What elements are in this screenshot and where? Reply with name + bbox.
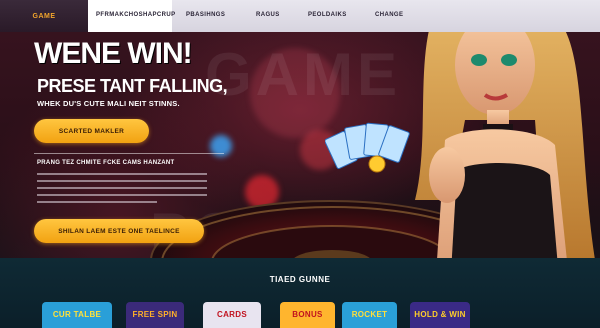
game-tile[interactable]: HOLD & WIN xyxy=(410,302,470,328)
info-heading: PRANG TEZ CHMITE FCKE CAMS HANZANT xyxy=(37,160,175,166)
nav-item[interactable]: CHANGE xyxy=(375,12,403,18)
game-tile-label: CUR TALBE xyxy=(52,310,102,319)
playing-cards-icon xyxy=(325,122,410,173)
game-tile[interactable]: ROCKET xyxy=(342,302,397,328)
game-tile[interactable]: FREE SPIN xyxy=(126,302,184,328)
info-text-line xyxy=(37,173,207,175)
casino-landing-page: GAME PCGAME xyxy=(0,0,600,328)
nav-item[interactable]: PFRMAKCHOSHAPCRUP xyxy=(96,12,175,18)
info-text-line xyxy=(37,201,157,203)
games-section-title: TIAED GUNNE xyxy=(269,275,331,284)
get-started-button[interactable]: SCARTED MAKLER xyxy=(34,119,149,143)
divider xyxy=(34,153,224,154)
brand-label: GAME xyxy=(32,12,56,20)
game-tile[interactable]: CARDS xyxy=(203,302,261,328)
game-tile-label: BONUS xyxy=(292,310,323,319)
game-tile-label: ROCKET xyxy=(351,310,388,319)
info-text-line xyxy=(37,180,207,182)
hero-subhead: PRESE TANT FALLING, xyxy=(37,76,228,96)
info-text-line xyxy=(37,194,207,196)
brand-logo[interactable]: GAME xyxy=(0,0,88,32)
join-now-button[interactable]: SHILAN LAEM ESTE ONE TAELINCE xyxy=(34,219,204,243)
game-tile-label: HOLD & WIN xyxy=(414,310,466,319)
game-tile-label: CARDS xyxy=(217,310,247,319)
game-tile-label: FREE SPIN xyxy=(132,310,178,319)
nav-item[interactable]: PBASIHNGS xyxy=(186,12,225,18)
nav-item[interactable]: RAGUS xyxy=(256,12,280,18)
info-text-line xyxy=(37,187,207,189)
hero-headline: WENE WIN! xyxy=(34,37,193,70)
game-tile[interactable]: CUR TALBE xyxy=(42,302,112,328)
game-tile[interactable]: BONUS xyxy=(280,302,335,328)
top-nav-bar: GAME PFRMAKCHOSHAPCRUP PBASIHNGS RAGUS P… xyxy=(0,0,600,32)
hero-tagline: WHEK DU'S CUTE MALI NEIT STINNS. xyxy=(37,99,180,108)
nav-item[interactable]: PEOLDAIKS xyxy=(308,12,347,18)
hostess-illustration xyxy=(415,0,595,290)
watermark-text: GAME xyxy=(205,41,401,108)
